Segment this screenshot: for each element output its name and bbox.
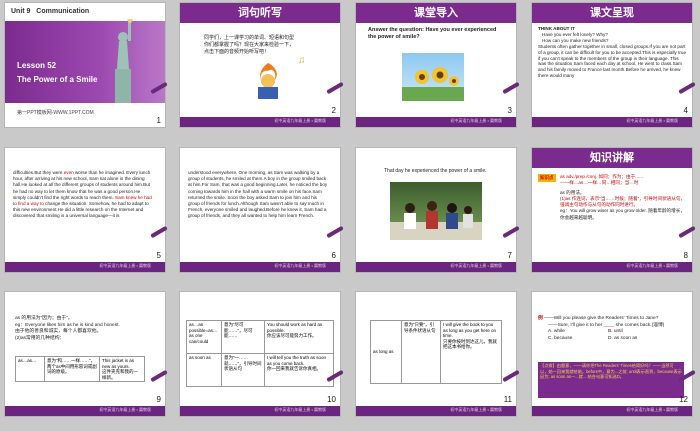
- slide-footer: 初中英语九年级上册 • 冀教版: [356, 117, 516, 127]
- slide-footer: 初中英语九年级上册 • 冀教版: [180, 262, 340, 272]
- question-text: Answer the question: Have you ever exper…: [368, 27, 497, 40]
- sunflower-image: [402, 53, 464, 101]
- slide-footer: 初中英语九年级上册 • 冀教版: [356, 406, 516, 416]
- slide-number: 7: [507, 251, 512, 260]
- slide-number: 8: [683, 251, 688, 260]
- slide-body: understood everywhere. One morning, as S…: [188, 170, 328, 219]
- slide-header: 词句听写: [180, 3, 340, 23]
- slide-12-thumbnail[interactable]: 例 ——Will you please give the Readers' Ti…: [532, 292, 692, 416]
- explanation-box: 【点拨】由题意，——请你把The Readers' Times给简好吗？——当然…: [538, 362, 684, 398]
- slide-number: 5: [156, 251, 161, 260]
- slide-text: 同学们，上一课学习的单词、短语和句型你们都掌握了吗？现在大家来检验一下，点击下面…: [204, 35, 295, 55]
- table-cell: 意为“尽可能……”，尽可能……: [221, 320, 265, 354]
- slide-body: THINK ABOUT IT Have you ever felt lonely…: [538, 26, 687, 79]
- usage-table: as…as possible=as…as one can/could 意为“尽可…: [186, 320, 334, 387]
- slide-9-thumbnail[interactable]: as 的用法为“因为；由于”。 eg：Everyone likes him as…: [5, 292, 165, 416]
- slide-footer: 初中英语九年级上册 • 冀教版: [532, 406, 692, 416]
- slide-body: as adv./prep./conj. 如同；作为；由于...... ——样…a…: [560, 174, 686, 220]
- slide-number: 4: [683, 106, 688, 115]
- table-cell: This jacket is as new as yours. 这件夹克和我的一样…: [99, 356, 145, 382]
- cartoon-writer-icon: [250, 61, 286, 101]
- table-cell: as long as: [370, 320, 402, 384]
- audio-icon[interactable]: ♫: [298, 55, 306, 66]
- table-cell: I will tell you the truth as soon as you…: [264, 353, 334, 387]
- slide-number: 9: [156, 395, 161, 404]
- slide-footer: 初中英语九年级上册 • 冀教版: [532, 262, 692, 272]
- slide-text: That day he experienced the power of a s…: [384, 168, 487, 174]
- site-label: 第一PPT模板网-WWW.1PPT.COM: [17, 110, 94, 116]
- table-cell: as…as…: [15, 356, 45, 382]
- slide-footer: 初中英语九年级上册 • 冀教版: [356, 262, 516, 272]
- usage-table: as…as… 意为“和……一样……”，两个as中间用形容词或副词的原级。 Thi…: [15, 356, 145, 382]
- lesson-title: The Power of a Smile: [17, 75, 98, 84]
- slide-number: 6: [331, 251, 336, 260]
- slide-3-thumbnail[interactable]: 课堂导入 Answer the question: Have you ever …: [356, 3, 516, 127]
- slide-header: 知识讲解: [532, 148, 692, 168]
- students-photo: [390, 182, 482, 240]
- slide-body: difficulties.But they were even worse th…: [13, 170, 152, 219]
- slide-body: as 的用法为“因为；由于”。 eg：Everyone likes him as…: [15, 316, 120, 341]
- table-cell: 意为“只要”，引导条件状语从句: [401, 320, 441, 384]
- slide-footer: 初中英语九年级上册 • 冀教版: [5, 406, 165, 416]
- table-cell: 意为“一……就……”，引导时间状语从句: [221, 353, 265, 387]
- slide-footer: 初中英语九年级上册 • 冀教版: [180, 406, 340, 416]
- slide-number: 11: [503, 395, 512, 404]
- slide-1-thumbnail[interactable]: Unit 9 Communication Lesson 52 The Power…: [5, 3, 165, 127]
- slide-11-thumbnail[interactable]: as long as 意为“只要”，引导条件状语从句 I will give t…: [356, 292, 516, 416]
- slide-number: 1: [156, 116, 161, 125]
- table-cell: You should work as hard as possible. 你应该尽…: [264, 320, 334, 354]
- slide-4-thumbnail[interactable]: 课文呈现 THINK ABOUT IT Have you ever felt l…: [532, 3, 692, 127]
- slide-number: 2: [331, 106, 336, 115]
- table-cell: I will give the book to you as long as y…: [440, 320, 502, 384]
- slide-8-thumbnail[interactable]: 知识讲解 知识点 as adv./prep./conj. 如同；作为；由于...…: [532, 148, 692, 272]
- slide-number: 12: [679, 395, 688, 404]
- slide-7-thumbnail[interactable]: That day he experienced the power of a s…: [356, 148, 516, 272]
- usage-table: as long as 意为“只要”，引导条件状语从句 I will give t…: [370, 320, 502, 384]
- lesson-label: Lesson 52: [17, 61, 57, 70]
- slide-footer: 初中英语九年级上册 • 冀教版: [532, 117, 692, 127]
- slide-number: 10: [327, 395, 336, 404]
- slide-body: 例 ——Will you please give the Readers' Ti…: [538, 316, 665, 341]
- slide-number: 3: [507, 106, 512, 115]
- table-cell: as soon as: [186, 353, 222, 387]
- slide-header: 课文呈现: [532, 3, 692, 23]
- slide-10-thumbnail[interactable]: as…as possible=as…as one can/could 意为“尽可…: [180, 292, 340, 416]
- slide-footer: 初中英语九年级上册 • 冀教版: [5, 262, 165, 272]
- slide-5-thumbnail[interactable]: difficulties.But they were even worse th…: [5, 148, 165, 272]
- slide-header: 课堂导入: [356, 3, 516, 23]
- table-cell: as…as possible=as…as one can/could: [186, 320, 222, 354]
- slide-2-thumbnail[interactable]: 词句听写 同学们，上一课学习的单词、短语和句型你们都掌握了吗？现在大家来检验一下…: [180, 3, 340, 127]
- unit-label: Unit 9 Communication: [11, 8, 90, 15]
- slide-footer: 初中英语九年级上册 • 冀教版: [180, 117, 340, 127]
- slide-6-thumbnail[interactable]: understood everywhere. One morning, as S…: [180, 148, 340, 272]
- knowledge-badge: 知识点: [538, 174, 556, 182]
- table-cell: 意为“和……一样……”，两个as中间用形容词或副词的原级。: [44, 356, 100, 382]
- statue-of-liberty-image: [103, 17, 143, 103]
